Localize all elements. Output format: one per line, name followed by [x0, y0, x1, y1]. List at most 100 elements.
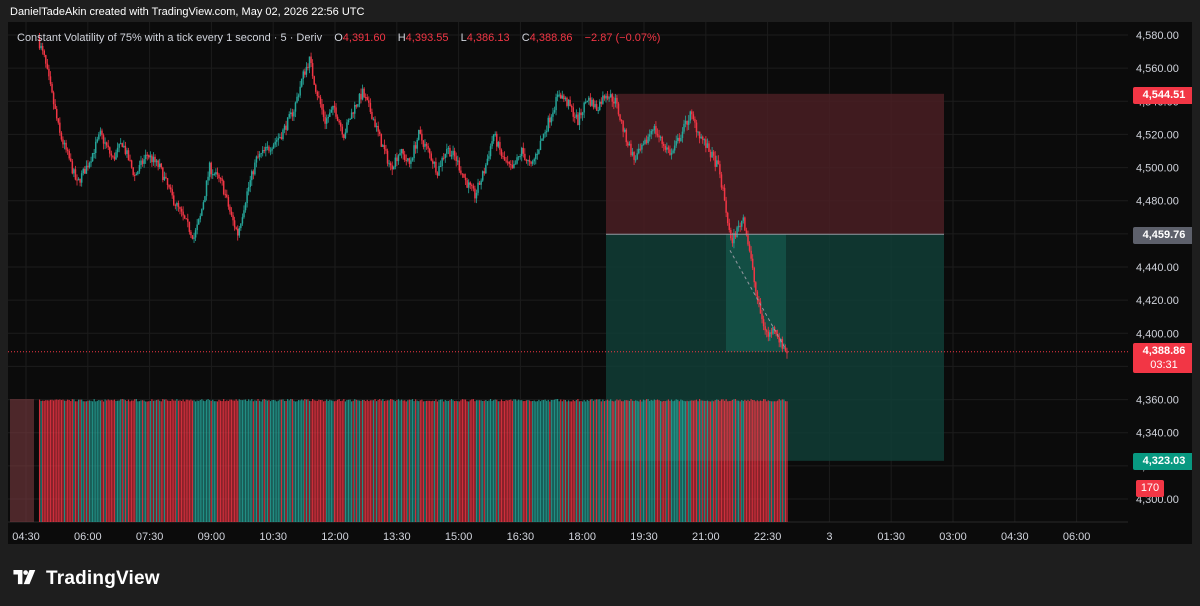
volume-bar	[723, 400, 726, 522]
candle-body	[550, 116, 553, 123]
volume-bar	[778, 399, 780, 522]
volume-bar	[347, 399, 350, 522]
volume-bar	[781, 399, 783, 522]
volume-bar	[739, 401, 741, 522]
volume-bar	[752, 399, 754, 522]
volume-bar	[257, 399, 259, 522]
candle-body	[684, 120, 687, 124]
volume-bar	[96, 400, 98, 522]
close-value: 4,388.86	[529, 32, 573, 44]
volume-bar	[597, 399, 599, 522]
candle-body	[138, 165, 141, 172]
candle-body	[591, 99, 593, 106]
volume-bar	[454, 401, 456, 522]
volume-bar	[578, 401, 581, 522]
high-value: 4,393.55	[405, 32, 449, 44]
candle-body	[414, 145, 417, 149]
entry-price-tag[interactable]: 4,459.76	[1133, 227, 1192, 244]
volume-bar	[390, 399, 392, 522]
volume-bar	[160, 401, 162, 522]
volume-bar	[507, 400, 509, 522]
candle-body	[180, 208, 183, 212]
candle-body	[701, 136, 704, 140]
candle-body	[502, 155, 504, 157]
time-tick-label: 06:00	[74, 531, 102, 543]
candle-body	[689, 111, 692, 121]
candle-body	[60, 132, 63, 140]
volume-bar	[532, 401, 534, 522]
candle-body	[177, 202, 180, 208]
volume-bar	[343, 399, 345, 522]
open-value: 4,391.60	[342, 32, 386, 44]
candle-body	[352, 112, 354, 114]
time-tick-label: 10:30	[259, 531, 287, 543]
volume-bar	[563, 399, 565, 522]
candle-body	[737, 225, 740, 228]
candle-body	[457, 160, 459, 162]
volume-bar	[126, 400, 128, 522]
candle-body	[279, 137, 281, 139]
candle-body	[772, 326, 774, 334]
volume-bar	[388, 400, 390, 522]
current-price-tag[interactable]: 4,388.86 03:31	[1133, 343, 1192, 373]
volume-bar	[530, 401, 532, 522]
time-tick-label: 01:30	[877, 531, 905, 543]
volume-bar	[734, 399, 737, 522]
candle-body	[325, 118, 328, 124]
candle-body	[435, 161, 437, 173]
time-tick-label: 06:00	[1063, 531, 1091, 543]
candle-body	[135, 174, 138, 176]
volume-bar	[630, 399, 632, 522]
candle-body	[322, 109, 325, 118]
candle-body	[361, 88, 364, 100]
volume-bar	[263, 399, 265, 522]
volume-bar	[109, 400, 111, 522]
candle-body	[339, 122, 342, 127]
volume-bar	[585, 401, 587, 522]
candle-body	[133, 174, 136, 176]
candle-body	[734, 233, 737, 238]
candle-body	[143, 159, 145, 164]
candle-body	[308, 56, 311, 68]
candle-body	[185, 218, 187, 220]
volume-bar	[535, 401, 537, 522]
candle-body	[335, 107, 337, 117]
candle-body	[199, 215, 202, 220]
chart-canvas[interactable]: 4,580.004,560.004,540.004,520.004,500.00…	[8, 22, 1192, 544]
volume-bar	[49, 399, 52, 522]
candle-body	[535, 154, 537, 160]
high-label: H	[397, 32, 406, 44]
chart-area[interactable]: 4,580.004,560.004,540.004,520.004,500.00…	[8, 22, 1192, 544]
candle-body	[385, 149, 387, 151]
volume-bar	[550, 399, 552, 522]
time-tick-label: 09:00	[198, 531, 226, 543]
candle-body	[212, 174, 214, 176]
volume-bar	[410, 399, 412, 522]
volume-bar	[372, 400, 375, 522]
volume-bar	[65, 400, 67, 522]
take-profit-price-tag[interactable]: 4,323.03	[1133, 453, 1192, 470]
volume-bar	[374, 399, 376, 522]
candle-body	[374, 119, 376, 128]
volume-bar	[692, 400, 694, 522]
tradingview-brand: TradingView	[10, 568, 160, 590]
stop-loss-price-tag[interactable]: 4,544.51	[1133, 87, 1192, 104]
volume-bar	[174, 400, 176, 522]
candle-body	[236, 229, 239, 236]
volume-bar	[762, 399, 765, 522]
candle-body	[633, 152, 635, 160]
time-axis[interactable]: 04:30 06:00 07:30 09:00 10:30 12:00 13:30 15:00…	[12, 531, 1090, 543]
candle-body	[79, 178, 81, 183]
volume-bar	[46, 400, 48, 522]
time-tick-label: 15:00	[445, 531, 473, 543]
open-label: O	[334, 32, 343, 44]
candle-body	[76, 179, 78, 181]
candle-body	[558, 94, 560, 96]
candle-body	[260, 153, 262, 155]
time-tick-label: 19:30	[630, 531, 658, 543]
candle-body	[566, 97, 568, 106]
candle-body	[163, 176, 166, 180]
volume-bar	[196, 400, 198, 522]
volume-bar	[321, 400, 323, 522]
candle-body	[118, 143, 120, 148]
